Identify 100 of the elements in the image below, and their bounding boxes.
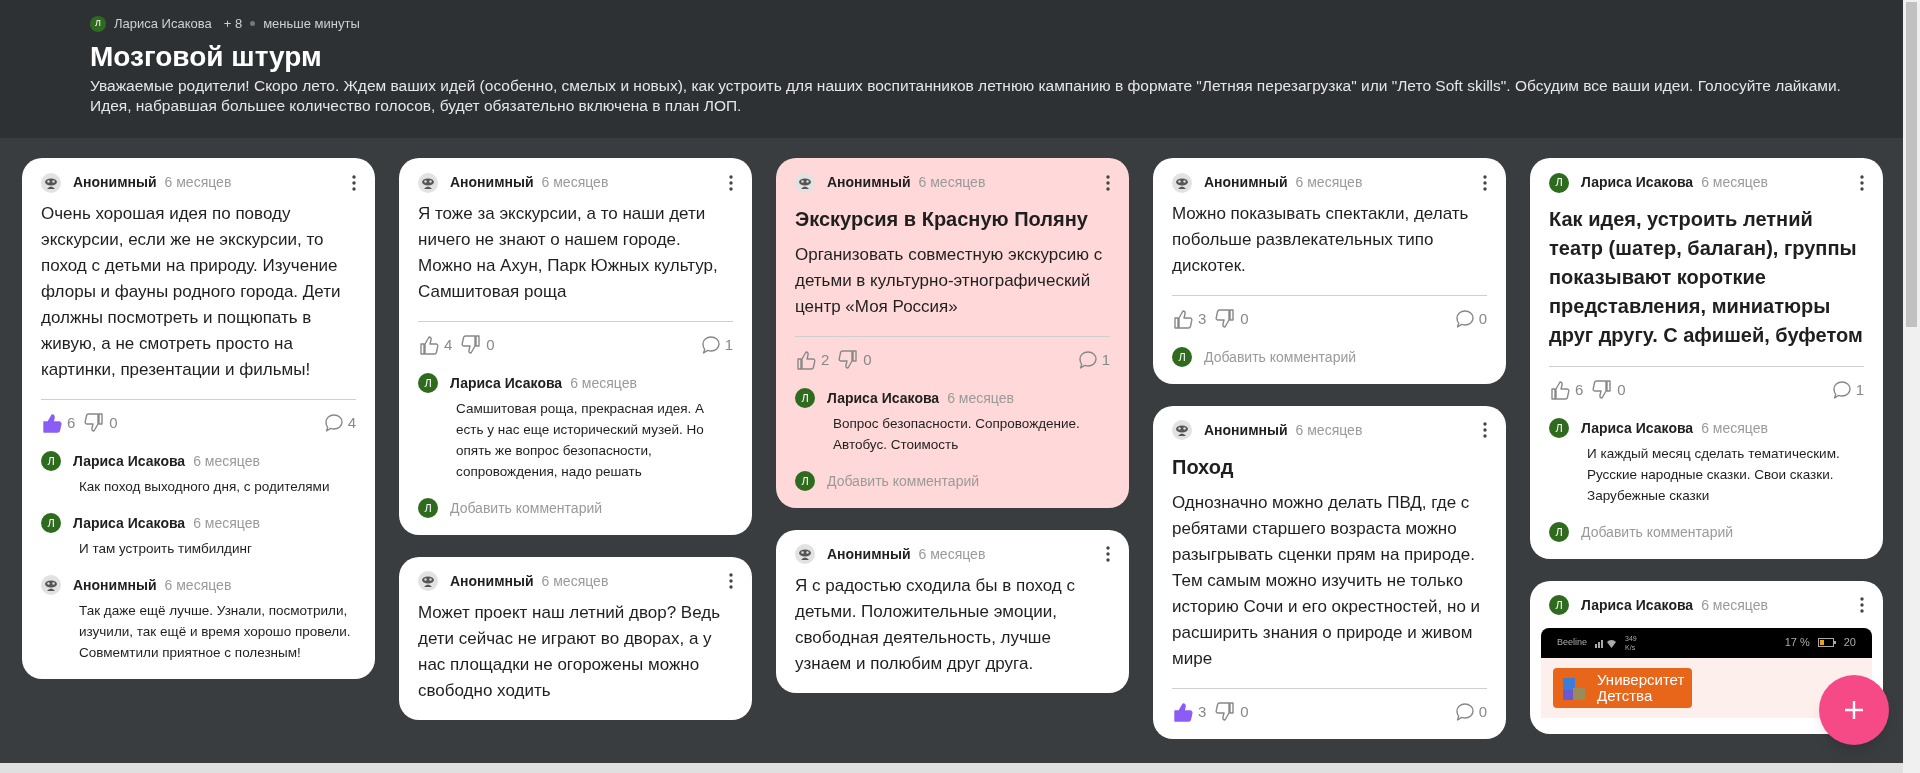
thumbs-up-icon[interactable] xyxy=(795,349,817,372)
avatar: Л xyxy=(1172,347,1192,367)
post-time: 6 месяцев xyxy=(918,173,986,192)
more-options-icon[interactable] xyxy=(1483,174,1487,191)
comment-icon[interactable] xyxy=(1077,350,1098,371)
commenter-name: Анонимный xyxy=(73,575,157,595)
horizontal-scrollbar[interactable] xyxy=(0,763,1903,773)
like-count: 3 xyxy=(1198,701,1207,722)
thumbs-down-icon[interactable] xyxy=(460,334,483,357)
logo-text: Детства xyxy=(1597,687,1653,704)
author-name: Анонимный xyxy=(450,571,534,591)
comment-time: 6 месяцев xyxy=(570,373,637,393)
avatar: Л xyxy=(795,388,815,408)
anonymous-avatar-icon xyxy=(418,571,438,591)
plus-icon xyxy=(1843,699,1865,721)
comment-count: 4 xyxy=(347,413,356,433)
board-description: Уважаемые родители! Скоро лето. Ждем ваших идей (особенно, смелых и новых), как устроить для наших воспитанников летнюю кампанию в формате "Летняя перезагрузка" или "Лето Soft skills". Обсудим все ваши идеи. Голосуйте лайками. Идея, набравшая большее количество голосов, будет обязательно включена в план ЛОП. xyxy=(90,75,1842,116)
avatar: Л xyxy=(90,15,106,32)
anonymous-avatar-icon xyxy=(795,544,815,564)
avatar: Л xyxy=(418,498,438,518)
comment-count: 1 xyxy=(1855,380,1864,400)
contributors-count: + 8 xyxy=(223,15,243,33)
avatar: Л xyxy=(1549,418,1569,438)
post-time: 6 месяцев xyxy=(541,173,609,192)
more-options-icon[interactable] xyxy=(1860,597,1864,613)
commenter-name: Лариса Исакова xyxy=(827,388,940,408)
board-author: Лариса Исакова xyxy=(114,15,212,33)
signal-icon xyxy=(1595,637,1618,648)
comment-icon[interactable] xyxy=(323,413,344,434)
logo-text: Университет xyxy=(1597,671,1685,688)
author-name: Лариса Исакова xyxy=(1581,173,1694,192)
post-text: Может проект наш летний двор? Ведь дети сейчас не играют во дворах, а у нас площадки не огорожены можно свободно ходить xyxy=(418,601,722,702)
comment-text: Самшитовая роща, прекрасная идея. А есть у нас еще исторический музей. Но опять же вопрос безопасности, сопровождения, надо решать xyxy=(456,399,706,481)
more-options-icon[interactable] xyxy=(729,573,733,589)
thumbs-up-icon[interactable] xyxy=(1172,700,1194,723)
anonymous-avatar-icon xyxy=(418,172,438,193)
avatar: Л xyxy=(1549,522,1569,542)
dislike-count: 0 xyxy=(109,413,118,433)
comment-count: 0 xyxy=(1478,701,1487,722)
comment-icon[interactable] xyxy=(1454,701,1475,722)
avatar: Л xyxy=(418,373,438,393)
thumbs-up-icon[interactable] xyxy=(418,334,440,357)
avatar: Л xyxy=(41,451,61,471)
comment-time: 6 месяцев xyxy=(1701,418,1768,438)
thumbs-up-icon[interactable] xyxy=(41,412,63,435)
board-title: Мозговой штурм xyxy=(90,39,323,74)
more-options-icon[interactable] xyxy=(1860,174,1864,191)
comment-count: 1 xyxy=(1101,350,1110,370)
more-options-icon[interactable] xyxy=(1483,422,1487,438)
author-name: Анонимный xyxy=(73,173,157,192)
battery-percent: 17 % xyxy=(1784,635,1810,651)
comment-input[interactable]: Добавить комментарий xyxy=(827,470,1110,492)
comment-count: 1 xyxy=(724,335,733,355)
post-time: 6 месяцев xyxy=(1295,420,1363,440)
thumbs-down-icon[interactable] xyxy=(83,412,106,435)
comment-time: 6 месяцев xyxy=(947,388,1014,408)
post-text: Однозначно можно делать ПВД, где с ребятами старшего возраста можно разыгрывать сценки прям на природе. Тем самым можно изучить не только историю Сочи и его окрестностей, но и расширить знания о природе и живом мире xyxy=(1172,491,1482,670)
battery-icon xyxy=(1817,638,1836,647)
like-count: 6 xyxy=(67,413,76,433)
comment-text: Так даже ещё лучше. Узнали, посмотрили, изучили, так ещё и время хорошо провели. Совмемтили приятное с полезным! xyxy=(79,601,352,662)
thumbs-down-icon[interactable] xyxy=(1214,700,1237,723)
commenter-name: Лариса Исакова xyxy=(1581,418,1694,438)
dislike-count: 0 xyxy=(863,350,872,370)
comment-icon[interactable] xyxy=(1831,380,1852,401)
post-time: 6 месяцев xyxy=(541,571,609,591)
vertical-scrollbar[interactable] xyxy=(1903,0,1920,773)
like-count: 2 xyxy=(821,350,830,370)
comment-icon[interactable] xyxy=(700,335,721,356)
more-options-icon[interactable] xyxy=(352,174,356,191)
comment-text: И каждый месяц сделать тематическим. Русские народные сказки. Свои сказки. Зарубежные сказки xyxy=(1587,444,1841,505)
more-options-icon[interactable] xyxy=(1106,174,1110,191)
clock: 20 xyxy=(1843,635,1856,651)
author-name: Анонимный xyxy=(827,173,911,192)
anonymous-avatar-icon xyxy=(41,575,61,595)
commenter-name: Лариса Исакова xyxy=(73,513,186,533)
like-count: 6 xyxy=(1575,380,1584,400)
post-time: 6 месяцев xyxy=(164,173,232,192)
comment-text: Как поход выходного дня, с родителями xyxy=(79,477,331,496)
commenter-name: Лариса Исакова xyxy=(73,451,186,471)
avatar: Л xyxy=(795,471,815,491)
thumbs-down-icon[interactable] xyxy=(1591,379,1614,402)
anonymous-avatar-icon xyxy=(41,172,61,193)
more-options-icon[interactable] xyxy=(729,174,733,191)
comment-input[interactable]: Добавить комментарий xyxy=(1204,346,1487,368)
post-title: Как идея, устроить летний театр (шатер, балаган), группы показывают короткие представления, миниатюры друг другу. С афишей, буфетом xyxy=(1549,207,1864,348)
post-time: 6 месяцев xyxy=(918,544,986,564)
post-time: 6 месяцев xyxy=(1701,595,1768,615)
comment-input[interactable]: Добавить комментарий xyxy=(1581,521,1864,543)
thumbs-down-icon[interactable] xyxy=(837,349,860,372)
thumbs-up-icon[interactable] xyxy=(1549,379,1571,402)
avatar: Л xyxy=(1549,172,1569,193)
thumbs-up-icon[interactable] xyxy=(1172,308,1194,331)
comment-icon[interactable] xyxy=(1454,309,1475,330)
post-text: Я с радостью сходила бы в поход с детьми. Положительные эмоции, свободная деятельность, лучше узнаем и полюбим друг друга. xyxy=(795,574,1076,675)
more-options-icon[interactable] xyxy=(1106,546,1110,562)
comment-count: 0 xyxy=(1478,309,1487,329)
separator-dot-icon xyxy=(250,21,256,27)
thumbs-down-icon[interactable] xyxy=(1214,308,1237,331)
comment-input[interactable]: Добавить комментарий xyxy=(450,497,733,519)
dislike-count: 0 xyxy=(1240,701,1249,722)
